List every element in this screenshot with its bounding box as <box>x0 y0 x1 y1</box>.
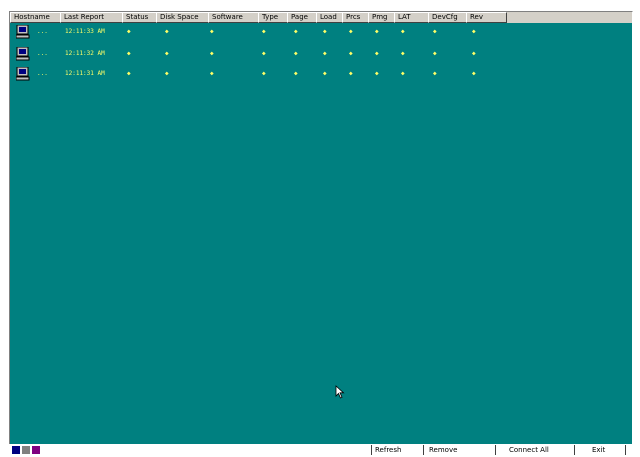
column-header-pmg[interactable]: Pmg <box>368 12 395 23</box>
column-header-devcfg[interactable]: DevCfg <box>428 12 467 23</box>
cell-devcfg: ◆ <box>433 50 437 57</box>
cell-rev: ◆ <box>472 50 476 57</box>
cell-hostname: ... <box>37 28 48 35</box>
mouse-cursor-icon <box>335 385 345 399</box>
cell-disk-space: ◆ <box>165 50 169 57</box>
cell-page: ◆ <box>294 28 298 35</box>
cell-lat: ◆ <box>401 70 405 77</box>
cell-status: ◆ <box>127 28 131 35</box>
column-header-bar: Hostname Last Report Status Disk Space S… <box>10 12 632 23</box>
host-list-view[interactable]: Hostname Last Report Status Disk Space S… <box>9 11 633 445</box>
cell-prcs: ◆ <box>349 70 353 77</box>
column-header-rev[interactable]: Rev <box>466 12 507 23</box>
column-header-last-report[interactable]: Last Report <box>60 12 123 23</box>
cell-pmg: ◆ <box>375 28 379 35</box>
remove-button[interactable]: Remove <box>429 445 479 455</box>
cell-load: ◆ <box>323 50 327 57</box>
cell-type: ◆ <box>262 50 266 57</box>
cell-lat: ◆ <box>401 28 405 35</box>
status-divider <box>423 445 424 455</box>
cell-load: ◆ <box>323 70 327 77</box>
cell-status: ◆ <box>127 50 131 57</box>
cell-software: ◆ <box>210 28 214 35</box>
status-divider <box>371 445 372 455</box>
cell-rev: ◆ <box>472 28 476 35</box>
cell-last-report: 12:11:31 AM <box>65 70 105 77</box>
cell-last-report: 12:11:33 AM <box>65 28 105 35</box>
cell-type: ◆ <box>262 28 266 35</box>
column-header-disk-space[interactable]: Disk Space <box>156 12 209 23</box>
cell-disk-space: ◆ <box>165 28 169 35</box>
cell-load: ◆ <box>323 28 327 35</box>
host-row[interactable]: ... 12:11:33 AM ◆ ◆ ◆ ◆ ◆ ◆ ◆ ◆ ◆ ◆ ◆ <box>10 25 632 40</box>
cell-lat: ◆ <box>401 50 405 57</box>
cell-hostname: ... <box>37 70 48 77</box>
cell-type: ◆ <box>262 70 266 77</box>
cell-disk-space: ◆ <box>165 70 169 77</box>
cell-prcs: ◆ <box>349 28 353 35</box>
cell-status: ◆ <box>127 70 131 77</box>
app-frame: Hostname Last Report Status Disk Space S… <box>0 0 640 457</box>
column-header-load[interactable]: Load <box>316 12 343 23</box>
host-row[interactable]: ... 12:11:31 AM ◆ ◆ ◆ ◆ ◆ ◆ ◆ ◆ ◆ ◆ ◆ <box>10 67 632 82</box>
status-bar: Refresh Remove Connect All Exit <box>9 444 631 456</box>
computer-icon <box>16 67 30 81</box>
column-header-software[interactable]: Software <box>208 12 259 23</box>
cell-pmg: ◆ <box>375 50 379 57</box>
cell-last-report: 12:11:32 AM <box>65 50 105 57</box>
column-header-lat[interactable]: LAT <box>394 12 429 23</box>
cell-devcfg: ◆ <box>433 28 437 35</box>
computer-icon <box>16 47 30 61</box>
cell-devcfg: ◆ <box>433 70 437 77</box>
app-status-icon <box>12 446 40 454</box>
column-header-prcs[interactable]: Prcs <box>342 12 369 23</box>
connect-all-button[interactable]: Connect All <box>509 445 569 455</box>
exit-button[interactable]: Exit <box>592 445 622 455</box>
cell-software: ◆ <box>210 70 214 77</box>
cell-prcs: ◆ <box>349 50 353 57</box>
status-divider <box>625 445 626 455</box>
status-divider <box>495 445 496 455</box>
cell-page: ◆ <box>294 50 298 57</box>
status-left <box>49 445 89 455</box>
status-divider <box>574 445 575 455</box>
host-row[interactable]: ... 12:11:32 AM ◆ ◆ ◆ ◆ ◆ ◆ ◆ ◆ ◆ ◆ ◆ <box>10 47 632 62</box>
cell-software: ◆ <box>210 50 214 57</box>
cell-hostname: ... <box>37 50 48 57</box>
column-header-hostname[interactable]: Hostname <box>10 12 61 23</box>
column-header-page[interactable]: Page <box>287 12 317 23</box>
cell-rev: ◆ <box>472 70 476 77</box>
computer-icon <box>16 25 30 39</box>
cell-pmg: ◆ <box>375 70 379 77</box>
column-header-type[interactable]: Type <box>258 12 288 23</box>
cell-page: ◆ <box>294 70 298 77</box>
refresh-button[interactable]: Refresh <box>375 445 419 455</box>
column-header-status[interactable]: Status <box>122 12 157 23</box>
